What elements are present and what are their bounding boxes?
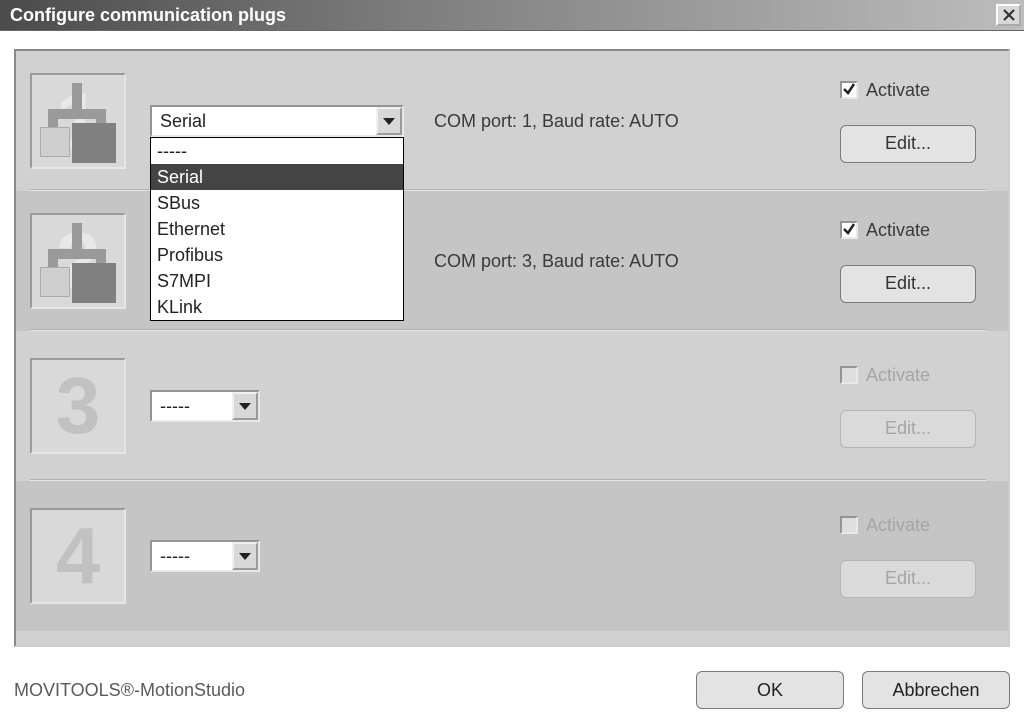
select-value: ----- bbox=[160, 396, 190, 417]
chevron-down-icon bbox=[239, 403, 251, 410]
chevron-down-icon bbox=[239, 553, 251, 560]
activate-row-3: Activate bbox=[840, 365, 986, 386]
dropdown-option[interactable]: S7MPI bbox=[151, 268, 403, 294]
dropdown-option[interactable]: Profibus bbox=[151, 242, 403, 268]
footer: MOVITOOLS®-MotionStudio OK Abbrechen bbox=[0, 665, 1024, 715]
close-button[interactable] bbox=[996, 4, 1021, 26]
dropdown-button[interactable] bbox=[376, 107, 402, 135]
footer-brand: MOVITOOLS®-MotionStudio bbox=[14, 680, 245, 701]
select-value: Serial bbox=[160, 111, 206, 132]
edit-button-4: Edit... bbox=[840, 560, 976, 598]
edit-button-2[interactable]: Edit... bbox=[840, 265, 976, 303]
slot-status-2: COM port: 3, Baud rate: AUTO bbox=[434, 251, 774, 272]
activate-row-4: Activate bbox=[840, 515, 986, 536]
edit-button-1[interactable]: Edit... bbox=[840, 125, 976, 163]
dropdown-option[interactable]: Ethernet bbox=[151, 216, 403, 242]
slot-status-1: COM port: 1, Baud rate: AUTO bbox=[434, 111, 774, 132]
slot-number: 3 bbox=[32, 360, 124, 452]
config-panel: 1 Serial ----- Serial SBus Ethernet Prof… bbox=[14, 49, 1010, 647]
activate-label: Activate bbox=[866, 220, 930, 241]
edit-button-3: Edit... bbox=[840, 410, 976, 448]
plug-icon bbox=[40, 223, 116, 299]
titlebar: Configure communication plugs bbox=[0, 0, 1024, 31]
slot-icon-4: 4 bbox=[30, 508, 126, 604]
slot-row-3: 3 ----- Activate Edit... bbox=[16, 331, 1008, 481]
dropdown-option[interactable]: Serial bbox=[151, 164, 403, 190]
activate-label: Activate bbox=[866, 515, 930, 536]
activate-label: Activate bbox=[866, 80, 930, 101]
activate-row-2: Activate bbox=[840, 220, 986, 241]
activate-checkbox-1[interactable] bbox=[840, 81, 858, 99]
window-title: Configure communication plugs bbox=[10, 5, 286, 26]
activate-checkbox-2[interactable] bbox=[840, 221, 858, 239]
plug-type-select-4[interactable]: ----- bbox=[150, 540, 260, 572]
chevron-down-icon bbox=[383, 118, 395, 125]
select-value: ----- bbox=[160, 546, 190, 567]
activate-row-1: Activate bbox=[840, 80, 986, 101]
activate-checkbox-3[interactable] bbox=[840, 366, 858, 384]
slot-number: 4 bbox=[32, 510, 124, 602]
dropdown-button[interactable] bbox=[232, 392, 258, 420]
slot-row-4: 4 ----- Activate Edit... bbox=[16, 481, 1008, 631]
slot-row-1: 1 Serial ----- Serial SBus Ethernet Prof… bbox=[16, 51, 1008, 191]
dropdown-option[interactable]: ----- bbox=[151, 138, 403, 164]
ok-button[interactable]: OK bbox=[696, 671, 844, 709]
dropdown-button[interactable] bbox=[232, 542, 258, 570]
slot-icon-1: 1 bbox=[30, 73, 126, 169]
dropdown-list[interactable]: ----- Serial SBus Ethernet Profibus S7MP… bbox=[150, 137, 404, 321]
cancel-button[interactable]: Abbrechen bbox=[862, 671, 1010, 709]
plug-type-select-3[interactable]: ----- bbox=[150, 390, 260, 422]
plug-type-select-1[interactable]: Serial ----- Serial SBus Ethernet Profib… bbox=[150, 105, 404, 137]
slot-icon-3: 3 bbox=[30, 358, 126, 454]
close-icon bbox=[1002, 9, 1016, 21]
dropdown-option[interactable]: SBus bbox=[151, 190, 403, 216]
activate-checkbox-4[interactable] bbox=[840, 516, 858, 534]
slot-icon-2: 2 bbox=[30, 213, 126, 309]
dropdown-option[interactable]: KLink bbox=[151, 294, 403, 320]
plug-icon bbox=[40, 83, 116, 159]
activate-label: Activate bbox=[866, 365, 930, 386]
